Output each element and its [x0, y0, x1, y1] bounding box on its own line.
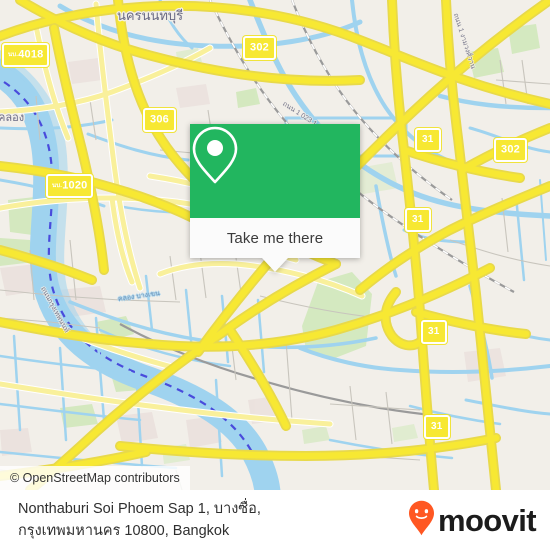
moovit-logo[interactable]: moovit — [408, 500, 537, 541]
shield-prefix: นบ. — [8, 51, 19, 58]
shield-number: 31 — [412, 213, 424, 225]
popup-tail — [262, 258, 288, 272]
osm-attribution-text: © OpenStreetMap contributors — [10, 471, 180, 485]
road-shield-302-right[interactable]: 302 — [494, 138, 527, 162]
shield-number: 302 — [501, 143, 520, 156]
footer-bar: Nonthaburi Soi Phoem Sap 1, บางซื่อ, กรุ… — [0, 490, 550, 550]
road-shield-31-a[interactable]: 31 — [415, 128, 441, 152]
shield-number: 31 — [431, 420, 443, 432]
road-shield-31-b[interactable]: 31 — [405, 208, 431, 232]
map-canvas[interactable]: นครนนทบุรี คลอง ถนน 1 งามวงศ์วาน ถนน 1 0… — [0, 0, 550, 490]
address-line-1: Nonthaburi Soi Phoem Sap 1, บางซื่อ, — [18, 500, 261, 517]
road-shield-31-c[interactable]: 31 — [421, 320, 447, 344]
shield-number: 302 — [250, 41, 269, 54]
shield-number: 31 — [428, 325, 440, 337]
road-shield-4018[interactable]: นบ.4018 — [2, 43, 50, 67]
shield-number: 4018 — [18, 48, 44, 61]
shield-number: 31 — [422, 133, 434, 145]
place-label: นครนนทบุรี — [117, 8, 184, 23]
address-line-2: กรุงเทพมหานคร 10800, Bangkok — [18, 523, 230, 539]
road-shield-306[interactable]: 306 — [143, 108, 176, 132]
road-shield-31-d[interactable]: 31 — [424, 415, 450, 439]
popup-action-panel[interactable]: Take me there — [190, 218, 360, 272]
shield-number: 306 — [150, 113, 169, 126]
moovit-map-screenshot: นครนนทบุรี คลอง ถนน 1 งามวงศ์วาน ถนน 1 0… — [0, 0, 550, 550]
popup-icon-panel — [190, 124, 360, 218]
take-me-there-label: Take me there — [226, 229, 324, 247]
moovit-pin-icon — [408, 500, 435, 541]
road-shield-302-top[interactable]: 302 — [243, 36, 276, 60]
take-me-there-popup[interactable]: Take me there — [190, 124, 360, 272]
road-shield-1020[interactable]: นบ.1020 — [46, 174, 94, 198]
shield-prefix: นบ. — [52, 182, 63, 189]
address-text: Nonthaburi Soi Phoem Sap 1, บางซื่อ, กรุ… — [18, 498, 408, 543]
shield-number: 1020 — [62, 179, 88, 192]
moovit-wordmark: moovit — [437, 502, 537, 538]
place-label: คลอง — [0, 112, 25, 124]
osm-attribution[interactable]: © OpenStreetMap contributors — [0, 466, 190, 490]
